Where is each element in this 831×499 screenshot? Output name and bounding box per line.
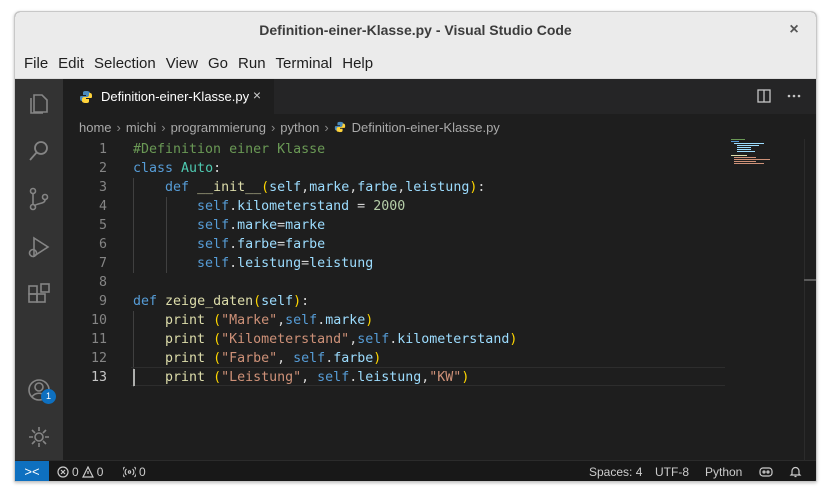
python-file-icon — [334, 121, 345, 133]
run-debug-icon[interactable] — [25, 233, 53, 261]
problems-indicator[interactable]: 0 0 — [57, 465, 103, 479]
window-title: Definition-einer-Klasse.py - Visual Stud… — [259, 22, 572, 38]
vertical-scrollbar[interactable] — [804, 139, 816, 460]
scroll-position-marker — [804, 279, 816, 281]
chevron-right-icon: › — [324, 119, 329, 135]
breadcrumb-python[interactable]: python — [280, 120, 319, 135]
remote-indicator-icon[interactable]: >< — [15, 461, 49, 481]
source-control-icon[interactable] — [25, 185, 53, 213]
menu-run[interactable]: Run — [233, 55, 271, 72]
warning-count: 0 — [96, 465, 104, 479]
code-line: 3 def __init__(self,marke,farbe,leistung… — [98, 180, 486, 195]
close-window-button[interactable]: × — [784, 20, 804, 40]
language-mode-status[interactable]: Python — [705, 465, 742, 479]
tab-definition-einer-klasse[interactable]: Definition-einer-Klasse.py × — [63, 79, 274, 114]
more-actions-icon[interactable] — [786, 88, 802, 104]
tab-label: Definition-einer-Klasse.py — [101, 89, 250, 104]
ports-indicator[interactable]: 0 — [123, 465, 146, 479]
tab-close-icon[interactable]: × — [248, 87, 266, 103]
notifications-bell-icon[interactable] — [789, 465, 802, 478]
minimap[interactable] — [729, 138, 789, 178]
warning-icon — [81, 466, 94, 478]
code-line: 10 print ("Marke",self.marke) — [90, 313, 374, 328]
search-icon[interactable] — [25, 137, 53, 165]
code-line: 12 print ("Farbe", self.farbe) — [90, 351, 382, 366]
chevron-right-icon: › — [161, 119, 166, 135]
activity-bar: 1 — [15, 79, 63, 460]
title-bar: Definition-einer-Klasse.py - Visual Stud… — [15, 12, 816, 48]
settings-gear-icon[interactable] — [25, 423, 53, 451]
breadcrumb-home[interactable]: home — [79, 120, 112, 135]
vscode-window: Definition-einer-Klasse.py - Visual Stud… — [14, 11, 817, 482]
code-editor[interactable]: 1 #Definition einer Klasse 2 class Auto: 3… — [63, 139, 803, 460]
breadcrumb-michi[interactable]: michi — [126, 120, 156, 135]
ports-count: 0 — [139, 465, 146, 479]
tab-bar: Definition-einer-Klasse.py × — [63, 79, 816, 114]
chevron-right-icon: › — [270, 119, 276, 135]
code-line: 8 — [98, 275, 107, 290]
code-line: 4 self.kilometerstand = 2000 — [98, 199, 406, 214]
code-line: 2 class Auto: — [98, 161, 222, 176]
menu-go[interactable]: Go — [203, 55, 233, 72]
menu-selection[interactable]: Selection — [89, 55, 161, 72]
copilot-icon[interactable] — [759, 465, 773, 478]
explorer-icon[interactable] — [25, 89, 53, 117]
status-bar: >< 0 0 0 Spaces: 4 UTF-8 Python — [15, 460, 816, 481]
code-line: 6 self.farbe=farbe — [98, 237, 326, 252]
account-badge: 1 — [41, 389, 56, 404]
menu-file[interactable]: File — [19, 55, 53, 72]
code-line: 11 print ("Kilometerstand",self.kilomete… — [90, 332, 518, 347]
code-line: 9 def zeige_daten(self): — [98, 294, 310, 309]
code-line: 13 print ("Leistung", self.leistung,"KW"… — [90, 370, 470, 385]
encoding-status[interactable]: UTF-8 — [655, 465, 689, 479]
code-line: 7 self.leistung=leistung — [98, 256, 374, 271]
error-icon — [57, 466, 69, 478]
tab-actions — [756, 88, 802, 104]
menu-terminal[interactable]: Terminal — [271, 55, 338, 72]
code-line: 1 #Definition einer Klasse — [98, 142, 326, 157]
chevron-right-icon: › — [116, 119, 121, 135]
menu-edit[interactable]: Edit — [53, 55, 89, 72]
extensions-icon[interactable] — [25, 281, 53, 309]
menu-help[interactable]: Help — [337, 55, 378, 72]
code-line: 5 self.marke=marke — [98, 218, 326, 233]
split-editor-icon[interactable] — [756, 88, 772, 104]
breadcrumb: home › michi › programmierung › python ›… — [79, 116, 500, 138]
indentation-status[interactable]: Spaces: 4 — [589, 465, 642, 479]
python-file-icon — [80, 90, 92, 103]
text-cursor — [133, 369, 135, 386]
menu-bar: File Edit Selection View Go Run Terminal… — [15, 48, 816, 79]
breadcrumb-file[interactable]: Definition-einer-Klasse.py — [352, 120, 500, 135]
menu-view[interactable]: View — [161, 55, 203, 72]
error-count: 0 — [72, 465, 79, 479]
broadcast-icon — [123, 466, 136, 478]
breadcrumb-programmierung[interactable]: programmierung — [171, 120, 266, 135]
